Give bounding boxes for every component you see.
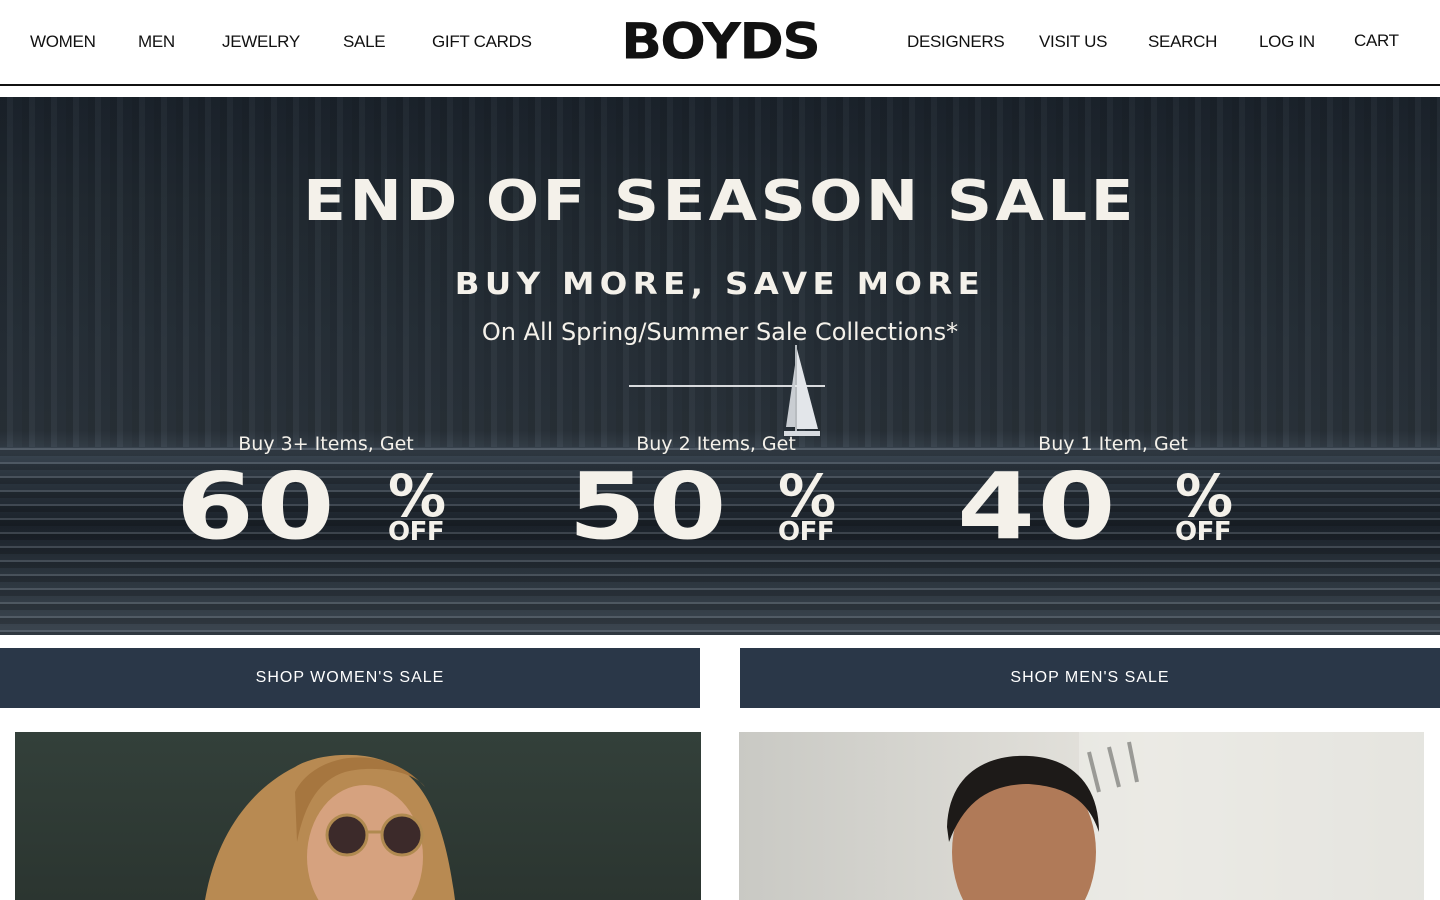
hero-banner[interactable]: END OF SEASON SALE BUY MORE, SAVE MORE O… (0, 97, 1440, 635)
hero-note: On All Spring/Summer Sale Collections* (481, 318, 959, 346)
offer-label: Buy 2 Items, Get (636, 433, 796, 455)
nav-gift-cards[interactable]: GIFT CARDS (432, 32, 532, 52)
offer-60: Buy 3+ Items, Get 60% OFF (166, 433, 486, 560)
off-label: OFF (1175, 517, 1232, 547)
offer-label: Buy 3+ Items, Get (238, 433, 414, 455)
site-header: WOMEN MEN JEWELRY SALE GIFT CARDS BOYDS … (0, 0, 1440, 86)
nav-search[interactable]: SEARCH (1148, 32, 1217, 52)
hero-title: END OF SEASON SALE (303, 169, 1137, 234)
offer-50: Buy 2 Items, Get 50% OFF (556, 433, 876, 560)
off-label: OFF (778, 517, 835, 547)
nav-jewelry[interactable]: JEWELRY (222, 32, 300, 52)
nav-cart[interactable]: CART (1354, 31, 1399, 51)
hero-subtitle: BUY MORE, SAVE MORE (454, 267, 986, 302)
nav-sale[interactable]: SALE (343, 32, 386, 52)
nav-visit-us[interactable]: VISIT US (1039, 32, 1107, 52)
offer-percent: 50 (568, 453, 730, 560)
nav-men[interactable]: MEN (138, 32, 175, 52)
off-label: OFF (388, 517, 445, 547)
shop-mens-sale-button[interactable]: SHOP MEN'S SALE (740, 648, 1440, 708)
mens-promo-image[interactable] (739, 732, 1424, 900)
sailboat-icon (784, 345, 820, 436)
offer-percent: 60 (176, 453, 338, 560)
offer-40: Buy 1 Item, Get 40% OFF (953, 433, 1273, 560)
nav-designers[interactable]: DESIGNERS (907, 32, 1005, 52)
womens-promo-image[interactable] (15, 732, 701, 900)
offer-percent: 40 (957, 453, 1119, 560)
woman-model-illustration (205, 754, 455, 900)
nav-women[interactable]: WOMEN (30, 32, 96, 52)
site-logo[interactable]: BOYDS (614, 14, 826, 69)
man-model-illustration (947, 732, 1424, 900)
nav-log-in[interactable]: LOG IN (1259, 32, 1315, 52)
shop-womens-sale-button[interactable]: SHOP WOMEN'S SALE (0, 648, 700, 708)
offer-label: Buy 1 Item, Get (1038, 433, 1188, 455)
